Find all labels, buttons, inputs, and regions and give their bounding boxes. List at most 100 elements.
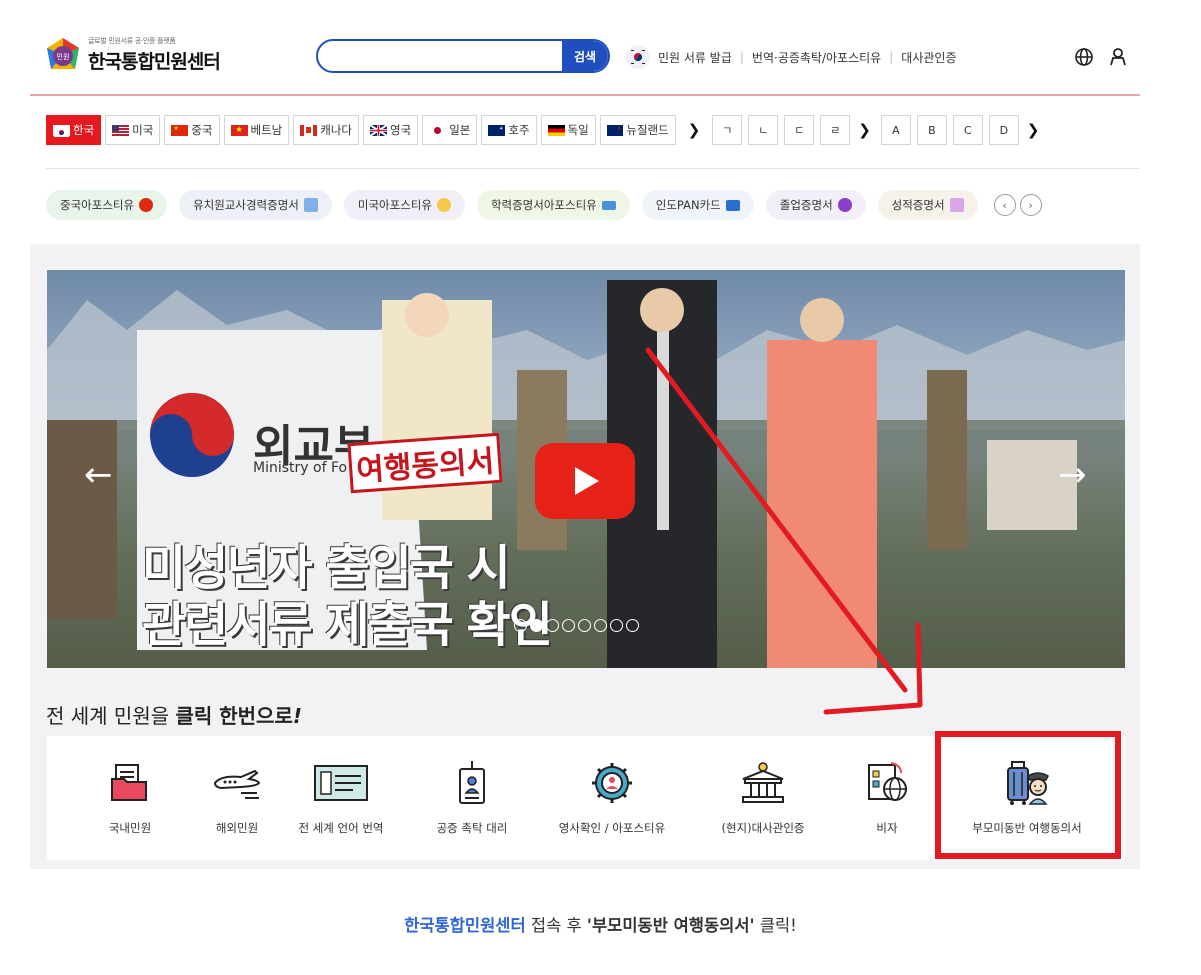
slider-dot[interactable]	[530, 619, 543, 632]
section-divider	[46, 168, 1140, 169]
caption-target: '부모미동반 여행동의서'	[586, 916, 755, 935]
caption-end: 클릭!	[754, 916, 797, 935]
doc-tag-label: 학력증명서아포스티유	[490, 198, 597, 212]
doc-tag[interactable]: 인도PAN카드	[641, 190, 754, 220]
divider: |	[739, 50, 744, 64]
country-label: 중국	[191, 123, 213, 137]
nav-link-embassy[interactable]: 대사관인증	[901, 49, 956, 66]
letter-filter-d[interactable]: D	[988, 115, 1019, 145]
slider-dot[interactable]	[546, 619, 559, 632]
country-label: 베트남	[250, 123, 283, 137]
country-next-arrow-icon[interactable]: ❯	[688, 121, 701, 139]
notary-badge-icon	[457, 760, 487, 806]
country-tab-china[interactable]: ★ 중국	[164, 115, 220, 145]
slider-dot[interactable]	[594, 619, 607, 632]
slider-dot[interactable]	[578, 619, 591, 632]
country-tab-japan[interactable]: 일본	[422, 115, 478, 145]
arrow-left-icon[interactable]: ←	[84, 455, 113, 495]
service-translation[interactable]: 전 세계 언어 번역	[281, 736, 401, 860]
popular-documents: 중국아포스티유 유치원교사경력증명서 미국아포스티유 학력증명서아포스티유 인도…	[46, 190, 1042, 220]
doc-tag[interactable]: 졸업증명서	[765, 190, 866, 220]
letter-filter-rieul[interactable]: ㄹ	[820, 115, 851, 145]
doc-tag[interactable]: 유치원교사경력증명서	[179, 190, 332, 220]
search-input[interactable]	[328, 41, 572, 71]
instruction-caption: 한국통합민원센터 접속 후 '부모미동반 여행동의서' 클릭!	[0, 912, 1201, 936]
letter-filter-c[interactable]: C	[952, 115, 983, 145]
country-tab-germany[interactable]: 독일	[540, 115, 596, 145]
country-label: 호주	[508, 123, 530, 137]
slider-dot[interactable]	[514, 619, 527, 632]
country-tab-vietnam[interactable]: ★ 베트남	[223, 115, 290, 145]
traveler-luggage-icon	[1002, 760, 1052, 806]
service-notary[interactable]: 공증 촉탁 대리	[412, 736, 532, 860]
chevron-right-icon[interactable]: ›	[1019, 194, 1042, 216]
consular-gear-icon	[590, 760, 634, 806]
diploma-icon	[601, 200, 616, 210]
service-overseas[interactable]: 해외민원	[177, 736, 297, 860]
caption-text: 접속 후	[525, 916, 587, 935]
service-label: 부모미동반 여행동의서	[972, 821, 1082, 835]
country-label: 캐나다	[320, 123, 353, 137]
uk-flag-icon	[370, 124, 388, 136]
country-tab-korea[interactable]: 한국	[46, 115, 102, 145]
letter-filter-a[interactable]: A	[880, 115, 911, 145]
country-label: 독일	[567, 123, 589, 137]
service-label: 국내민원	[108, 821, 152, 835]
play-button[interactable]	[535, 443, 635, 519]
china-flag-icon	[139, 198, 154, 212]
country-tab-usa[interactable]: 미국	[105, 115, 161, 145]
canada-flag-icon	[300, 124, 318, 136]
country-label: 미국	[132, 123, 154, 137]
slider-dot[interactable]	[626, 619, 639, 632]
doc-tag[interactable]: 성적증명서	[877, 190, 978, 220]
letter-filter-digeut[interactable]: ㄷ	[784, 115, 815, 145]
slider-dot[interactable]	[610, 619, 623, 632]
nav-link-translation[interactable]: 번역·공증촉탁/아포스티유	[752, 49, 881, 66]
report-card-icon	[949, 198, 964, 212]
country-selector: 한국 미국 ★ 중국 ★ 베트남 캐나다 영국 일본 ✦ 호주 독일 ✦ 뉴질랜…	[46, 115, 1039, 145]
letter-filter-nieun[interactable]: ㄴ	[748, 115, 779, 145]
slogan: 전 세계 민원을 클릭 한번으로!	[46, 700, 302, 729]
germany-flag-icon	[547, 124, 565, 136]
doc-tag[interactable]: 중국아포스티유	[46, 190, 168, 220]
service-visa[interactable]: 비자	[827, 736, 947, 860]
country-tab-newzealand[interactable]: ✦ 뉴질랜드	[599, 115, 676, 145]
slider-dot[interactable]	[562, 619, 575, 632]
service-embassy[interactable]: (현지)대사관인증	[703, 736, 823, 860]
country-label: 뉴질랜드	[626, 123, 669, 137]
doc-tag[interactable]: 미국아포스티유	[343, 190, 465, 220]
country-tab-uk[interactable]: 영국	[363, 115, 419, 145]
vietnam-flag-icon: ★	[230, 124, 248, 136]
logo-title: 한국통합민원센터	[88, 51, 221, 73]
globe-icon[interactable]	[1074, 47, 1094, 71]
latin-letter-next-arrow-icon[interactable]: ❯	[1027, 121, 1040, 139]
letter-filter-giyeok[interactable]: ㄱ	[712, 115, 743, 145]
letter-filter-b[interactable]: B	[916, 115, 947, 145]
search-button[interactable]: 검색	[562, 41, 608, 71]
service-travel-consent[interactable]: 부모미동반 여행동의서	[947, 736, 1107, 860]
country-tab-canada[interactable]: 캐나다	[293, 115, 360, 145]
service-label: 비자	[876, 821, 898, 835]
nav-link-issue[interactable]: 민원 서류 발급	[658, 49, 732, 66]
site-logo[interactable]: 민원 글로벌 민원서류 공·인증 플랫폼 한국통합민원센터	[44, 36, 221, 74]
slider-dots	[514, 619, 642, 632]
usa-flag-icon	[112, 124, 130, 136]
slogan-text: 전 세계 민원을	[46, 704, 176, 728]
service-apostille[interactable]: 영사확인 / 아포스티유	[552, 736, 672, 860]
service-domestic[interactable]: 국내민원	[70, 736, 190, 860]
chevron-left-icon[interactable]: ‹	[993, 194, 1016, 216]
user-icon[interactable]	[1108, 47, 1128, 71]
logo-subtitle: 글로벌 민원서류 공·인증 플랫폼	[88, 37, 176, 45]
doc-tag-label: 미국아포스티유	[357, 198, 432, 212]
headline-line2: 관련서류 제출국 확인	[142, 597, 553, 653]
top-nav: 민원 서류 발급 | 번역·공증촉탁/아포스티유 | 대사관인증	[626, 45, 956, 69]
country-tab-australia[interactable]: ✦ 호주	[481, 115, 537, 145]
doc-tag-label: 인도PAN카드	[655, 198, 721, 212]
slogan-exclaim: !	[292, 704, 302, 728]
play-icon	[575, 467, 599, 495]
korean-letter-next-arrow-icon[interactable]: ❯	[858, 121, 871, 139]
doc-tag-label: 유치원교사경력증명서	[193, 198, 299, 212]
doc-tag[interactable]: 학력증명서아포스티유	[476, 190, 630, 220]
arrow-right-icon[interactable]: →	[1058, 455, 1087, 495]
service-label: (현지)대사관인증	[721, 821, 805, 835]
